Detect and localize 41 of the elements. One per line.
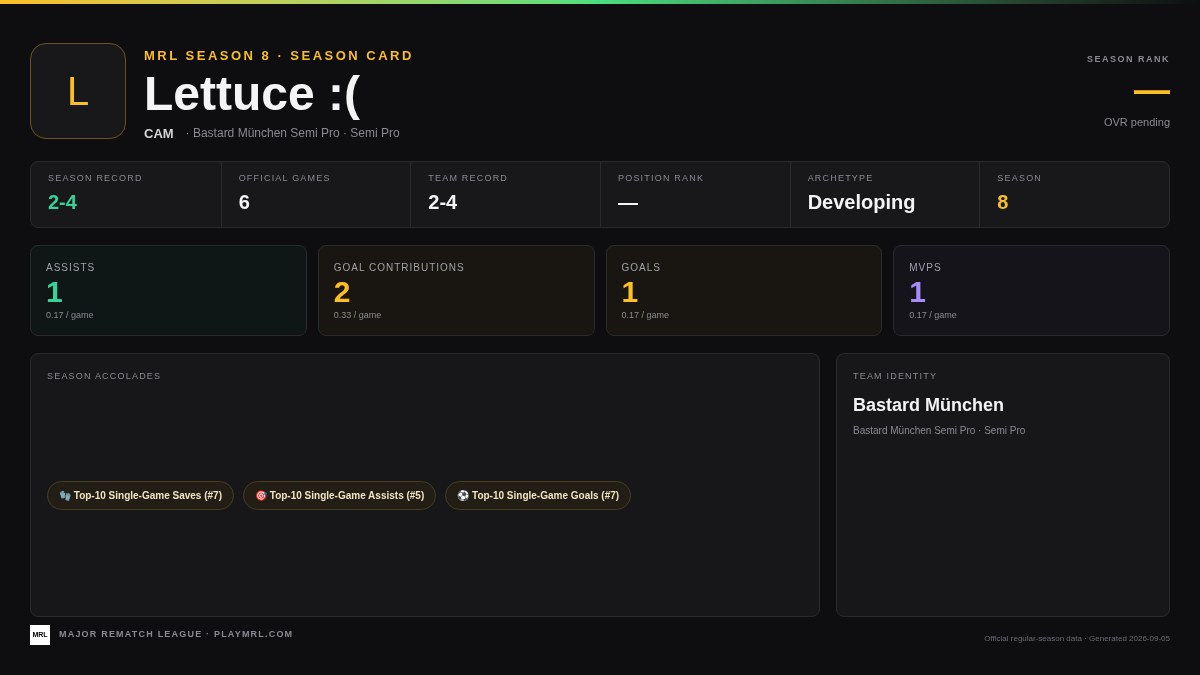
stat-label: MVPS [909, 261, 943, 275]
per-game-text: 0.17 / game [621, 309, 671, 322]
summary-value: 2-4 [48, 190, 78, 216]
stat-label: GOALS [621, 261, 662, 275]
stat-value: 1 [621, 275, 640, 309]
summary-value: 2-4 [428, 190, 459, 216]
team-line: · Bastard München Semi Pro · Semi Pro [185, 125, 400, 143]
per-game-text: 0.17 / game [46, 309, 95, 322]
stat-value: 2 [333, 275, 352, 309]
stat-value: 1 [909, 275, 927, 309]
eyebrow-label: MRL SEASON 8 · SEASON CARD [144, 47, 414, 65]
generated-note: Official regular-season data · Generated 2026-09-05 [984, 633, 1170, 645]
summary-label: POSITION RANK [618, 171, 706, 185]
player-name: Lettuce :( [144, 65, 361, 122]
team-subtitle: Bastard München Semi Pro · Semi Pro [853, 423, 1027, 438]
rank-note: OVR pending [1103, 114, 1170, 130]
stat-value: 1 [46, 275, 64, 309]
accolade-chip: 🎯 Top-10 Single-Game Assists (#5) [243, 480, 437, 510]
summary-label: SEASON RECORD [48, 171, 144, 185]
team-name: Bastard München [853, 393, 1006, 417]
summary-value: 6 [238, 190, 251, 216]
rank-label: SEASON RANK [1087, 53, 1170, 66]
per-game-text: 0.33 / game [333, 309, 383, 322]
per-game-text: 0.17 / game [909, 309, 958, 322]
summary-label: TEAM RECORD [428, 171, 510, 185]
rank-value: — [1134, 69, 1170, 110]
summary-label: SEASON [997, 171, 1044, 185]
summary-value: Developing [807, 190, 917, 216]
position-label: CAM [144, 124, 174, 143]
stat-label: ASSISTS [46, 261, 97, 275]
panel-title: SEASON ACCOLADES [47, 370, 163, 383]
summary-label: ARCHETYPE [807, 171, 875, 185]
stat-label: GOAL CONTRIBUTIONS [333, 261, 466, 275]
summary-value: 8 [997, 190, 1010, 216]
league-name: MAJOR REMATCH LEAGUE · PLAYMRL.COM [59, 628, 294, 642]
avatar-tile: L [30, 43, 126, 139]
accolade-chip: ⚽ Top-10 Single-Game Goals (#7) [445, 480, 632, 510]
summary-value: — [618, 190, 639, 216]
summary-label: OFFICIAL GAMES [238, 171, 332, 185]
panel-title: TEAM IDENTITY [853, 370, 939, 383]
accolade-chip: 🧤 Top-10 Single-Game Saves (#7) [47, 480, 234, 510]
